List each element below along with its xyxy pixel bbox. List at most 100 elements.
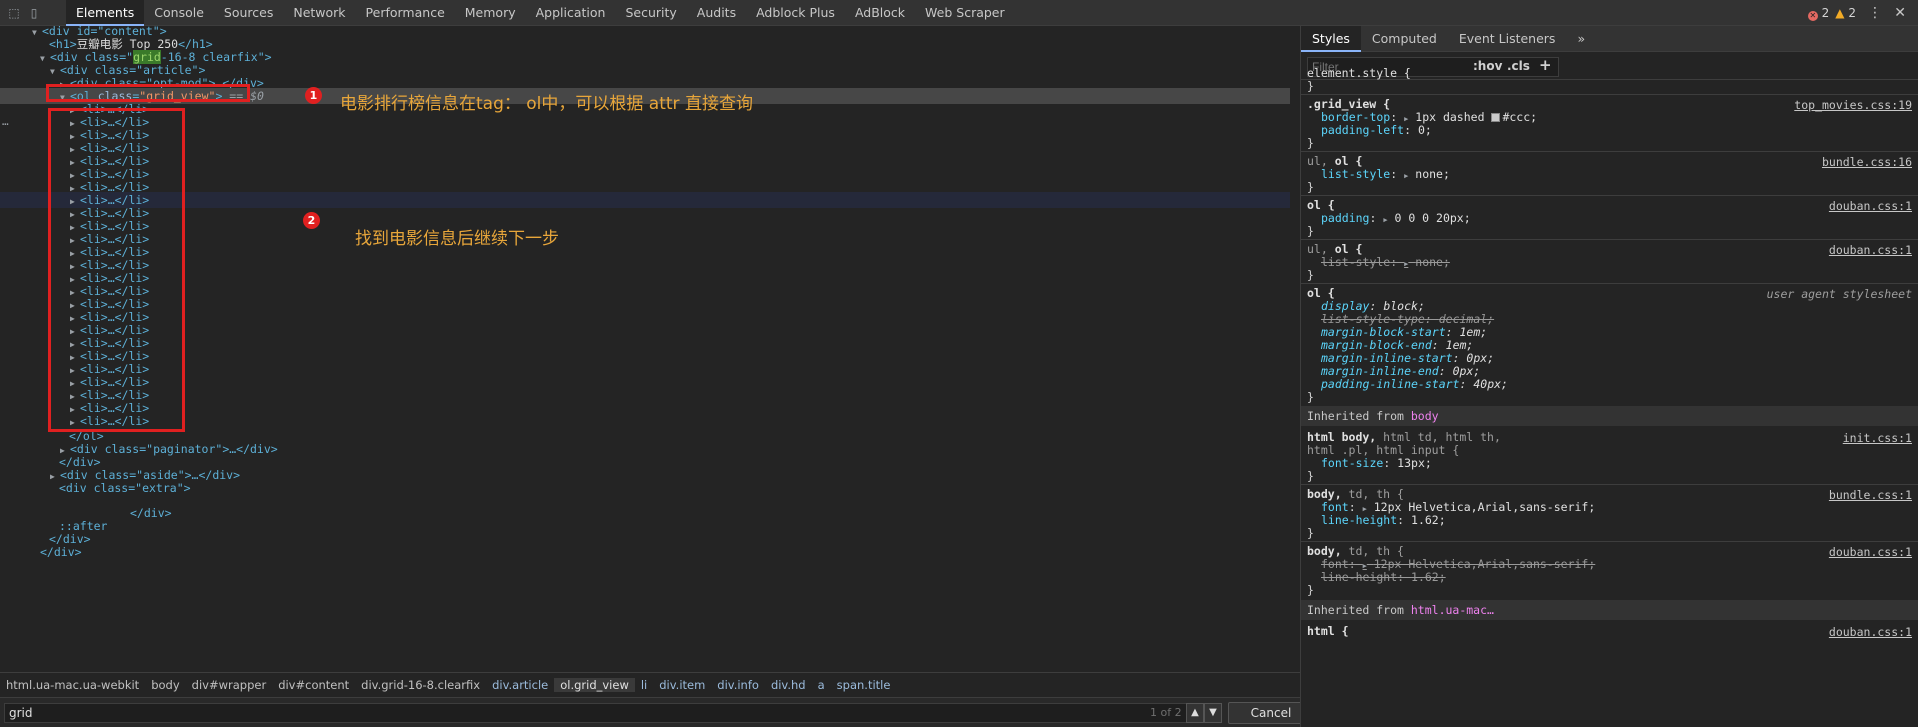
new-style-rule-button[interactable]: + bbox=[1539, 56, 1552, 74]
rule-grid-view-source[interactable]: top_movies.css:19 bbox=[1794, 98, 1912, 112]
search-bar: 1 of 2 ▲ ▼ Cancel bbox=[0, 697, 1314, 727]
inherited-from-body: Inherited from body bbox=[1301, 406, 1918, 426]
crumb-html[interactable]: html.ua-mac.ua-webkit bbox=[0, 678, 145, 692]
search-prev-button[interactable]: ▲ bbox=[1186, 703, 1204, 723]
tab-security[interactable]: Security bbox=[615, 0, 686, 26]
color-swatch[interactable] bbox=[1491, 113, 1501, 122]
device-toolbar-icon[interactable]: ▯ bbox=[26, 5, 42, 21]
annotation-box-li-list bbox=[48, 108, 185, 432]
inherited-from-html: Inherited from html.ua-mac… bbox=[1301, 600, 1918, 620]
tab-elements[interactable]: Elements bbox=[66, 0, 145, 26]
rule-ol-ua-source: user agent stylesheet bbox=[1766, 287, 1912, 301]
tab-network[interactable]: Network bbox=[283, 0, 355, 26]
rule-body-td-th-source[interactable]: bundle.css:1 bbox=[1829, 488, 1912, 502]
issue-counters[interactable]: ✕ 2 ▲ 2 bbox=[1807, 0, 1856, 26]
rule-html-source[interactable]: douban.css:1 bbox=[1829, 625, 1912, 639]
search-input[interactable] bbox=[4, 703, 1204, 723]
prop-line-height-overridden[interactable]: line-height: 1.62; bbox=[1321, 571, 1446, 584]
rule-divider bbox=[1301, 94, 1918, 95]
rule-ul-ol-source-2[interactable]: douban.css:1 bbox=[1829, 243, 1912, 257]
annotation-note-1: 电影排行榜信息在tag： ol中，可以根据 attr 直接查询 bbox=[340, 94, 753, 114]
cls-toggle[interactable]: .cls bbox=[1507, 59, 1530, 73]
rule-body-td-th-source-2[interactable]: douban.css:1 bbox=[1829, 545, 1912, 559]
crumb-article[interactable]: div.article bbox=[486, 678, 554, 692]
rule-divider bbox=[1301, 239, 1918, 240]
ua-prop[interactable]: padding-inline-start: 40px; bbox=[1321, 378, 1508, 391]
rule-close-brace: } bbox=[1307, 79, 1314, 93]
crumb-ol-grid-view[interactable]: ol.grid_view bbox=[554, 677, 635, 692]
inherited-html-link[interactable]: html.ua-mac… bbox=[1411, 603, 1494, 617]
crumb-content[interactable]: div#content bbox=[272, 678, 355, 692]
tab-styles[interactable]: Styles bbox=[1301, 26, 1361, 52]
error-icon: ✕ bbox=[1807, 11, 1818, 21]
rule-ol-source[interactable]: douban.css:1 bbox=[1829, 199, 1912, 213]
rule-divider bbox=[1301, 484, 1918, 485]
error-count: 2 bbox=[1821, 6, 1830, 20]
rule-close-brace: } bbox=[1307, 224, 1314, 238]
tree-node-extra[interactable]: <div class="extra"> bbox=[0, 480, 1290, 496]
annotation-box-ol bbox=[46, 84, 250, 102]
inherited-body-link[interactable]: body bbox=[1411, 409, 1439, 423]
tab-web-scraper[interactable]: Web Scraper bbox=[915, 0, 1015, 26]
tab-audits[interactable]: Audits bbox=[687, 0, 746, 26]
crumb-li[interactable]: li bbox=[635, 678, 653, 692]
rule-divider bbox=[1301, 541, 1918, 542]
crumb-div-info[interactable]: div.info bbox=[711, 678, 765, 692]
devtools-tabbar: ⬚ ▯ Elements Console Sources Network Per… bbox=[0, 0, 1918, 26]
tab-application[interactable]: Application bbox=[526, 0, 616, 26]
kebab-menu-icon[interactable]: ⋮ bbox=[1868, 0, 1882, 26]
styles-tabs: Styles Computed Event Listeners » bbox=[1301, 26, 1918, 52]
rule-close-brace: } bbox=[1307, 526, 1314, 540]
crumb-grid[interactable]: div.grid-16-8.clearfix bbox=[355, 678, 486, 692]
rule-html-body-source[interactable]: init.css:1 bbox=[1843, 431, 1912, 445]
hov-toggle[interactable]: :hov bbox=[1473, 59, 1502, 73]
prop-padding[interactable]: padding: ▶ 0 0 0 20px; bbox=[1321, 212, 1471, 227]
annotation-badge-2: 2 bbox=[303, 212, 320, 229]
search-match-count: 1 of 2 bbox=[1150, 706, 1182, 719]
rule-divider bbox=[1301, 283, 1918, 284]
rule-divider bbox=[1301, 151, 1918, 152]
more-tabs-button[interactable]: » bbox=[1566, 26, 1596, 52]
tab-adblock[interactable]: AdBlock bbox=[845, 0, 915, 26]
annotation-note-2: 找到电影信息后继续下一步 bbox=[355, 229, 559, 249]
crumb-a[interactable]: a bbox=[812, 678, 831, 692]
crumb-span-title[interactable]: span.title bbox=[831, 678, 897, 692]
rule-close-brace: } bbox=[1307, 136, 1314, 150]
warning-icon: ▲ bbox=[1835, 6, 1845, 20]
close-icon[interactable]: ✕ bbox=[1894, 0, 1906, 26]
prop-list-style-overridden[interactable]: list-style: ▶ none; bbox=[1321, 256, 1450, 271]
rule-close-brace: } bbox=[1307, 268, 1314, 282]
crumb-wrapper[interactable]: div#wrapper bbox=[186, 678, 273, 692]
tree-node-li[interactable]: ▶ <li>…</li> bbox=[0, 413, 1290, 429]
tab-sources[interactable]: Sources bbox=[214, 0, 283, 26]
prop-line-height[interactable]: line-height: 1.62; bbox=[1321, 514, 1446, 527]
warning-count: 2 bbox=[1848, 6, 1856, 20]
rule-html-selector: html { bbox=[1307, 624, 1349, 638]
prop-padding-left[interactable]: padding-left: 0; bbox=[1321, 124, 1432, 137]
tab-performance[interactable]: Performance bbox=[356, 0, 455, 26]
crumb-body[interactable]: body bbox=[145, 678, 185, 692]
crumb-div-hd[interactable]: div.hd bbox=[765, 678, 812, 692]
prop-font-size[interactable]: font-size: 13px; bbox=[1321, 457, 1432, 470]
annotation-badge-1: 1 bbox=[305, 87, 322, 104]
search-next-button[interactable]: ▼ bbox=[1204, 703, 1222, 723]
tree-node-content-close[interactable]: </div> bbox=[0, 544, 1290, 560]
tab-adblock-plus[interactable]: Adblock Plus bbox=[746, 0, 845, 26]
styles-panel: Styles Computed Event Listeners » :hov .… bbox=[1300, 26, 1918, 727]
tab-memory[interactable]: Memory bbox=[455, 0, 526, 26]
rule-element-style-selector: element.style { bbox=[1307, 66, 1411, 80]
rule-divider bbox=[1301, 195, 1918, 196]
elements-tree: … ▼ <div id="content"> <h1>豆瓣电影 Top 250</… bbox=[0, 26, 1290, 672]
prop-list-style[interactable]: list-style: ▶ none; bbox=[1321, 168, 1450, 183]
rule-ul-ol-source[interactable]: bundle.css:16 bbox=[1822, 155, 1912, 169]
rule-close-brace: } bbox=[1307, 390, 1314, 404]
panel-tabs: Elements Console Sources Network Perform… bbox=[66, 0, 1015, 26]
tab-computed[interactable]: Computed bbox=[1361, 26, 1448, 52]
inspect-element-icon[interactable]: ⬚ bbox=[6, 5, 22, 21]
tab-console[interactable]: Console bbox=[144, 0, 214, 26]
tab-event-listeners[interactable]: Event Listeners bbox=[1448, 26, 1567, 52]
crumb-div-item[interactable]: div.item bbox=[653, 678, 711, 692]
rule-close-brace: } bbox=[1307, 469, 1314, 483]
rule-close-brace: } bbox=[1307, 583, 1314, 597]
breadcrumb: html.ua-mac.ua-webkit body div#wrapper d… bbox=[0, 672, 1300, 696]
